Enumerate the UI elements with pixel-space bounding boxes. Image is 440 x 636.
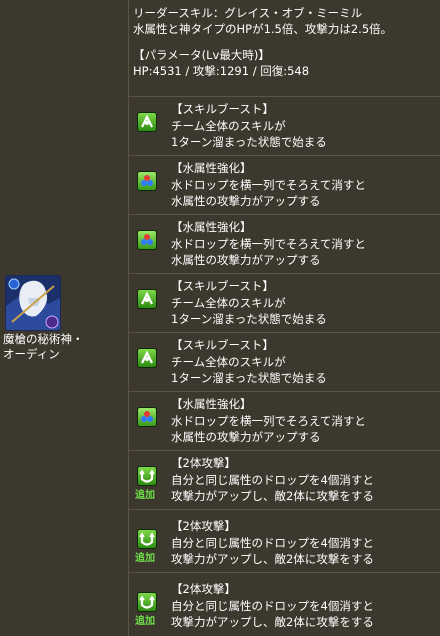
parameters-values: HP:4531 / 攻撃:1291 / 回復:548 [133, 63, 310, 78]
details-column: リーダースキル：グレイス・オブ・ミーミル 水属性と神タイプのHPが1.5倍、攻撃… [129, 0, 440, 636]
water-enhance-icon [137, 171, 157, 191]
awakening-line1: 水ドロップを横一列でそろえて消すと [171, 413, 366, 428]
character-portrait-icon[interactable] [5, 275, 61, 331]
awakening-line1: チーム全体のスキルが [171, 354, 286, 369]
character-column: 魔槍の秘術神・ オーディン [0, 0, 129, 636]
awakening-line2: 水属性の攻撃力がアップする [171, 430, 321, 444]
water-enhance-icon [137, 230, 157, 250]
added-awakening-label: 追加 [135, 490, 155, 501]
awakening-line2: 1ターン溜まった状態で始まる [171, 312, 327, 326]
awakening-row: 追加 【2体攻撃】 自分と同じ属性のドロップを4個消すと 攻撃力がアップし、敵2… [129, 577, 440, 636]
awakening-line2: 1ターン溜まった状態で始まる [171, 135, 327, 149]
water-enhance-icon [137, 407, 157, 427]
awakening-row: 【スキルブースト】 チーム全体のスキルが 1ターン溜まった状態で始まる [129, 97, 440, 156]
awakening-line2: 攻撃力がアップし、敵2体に攻撃をする [171, 489, 374, 503]
awakening-row: 【スキルブースト】 チーム全体のスキルが 1ターン溜まった状態で始まる [129, 274, 440, 333]
leader-skill-description: 水属性と神タイプのHPが1.5倍、攻撃力は2.5倍。 [133, 21, 393, 36]
parameters-title: 【パラメータ(Lv最大時)】 [133, 48, 270, 62]
two-target-attack-icon [137, 592, 157, 612]
leader-skill-name: リーダースキル：グレイス・オブ・ミーミル [133, 6, 363, 20]
awakening-row: 【水属性強化】 水ドロップを横一列でそろえて消すと 水属性の攻撃力がアップする [129, 156, 440, 215]
awakening-title: 【2体攻撃】 [171, 519, 236, 533]
awakening-title: 【水属性強化】 [171, 161, 252, 175]
awakening-line2: 攻撃力がアップし、敵2体に攻撃をする [171, 552, 374, 566]
awakening-row: 【水属性強化】 水ドロップを横一列でそろえて消すと 水属性の攻撃力がアップする [129, 215, 440, 274]
awakening-title: 【2体攻撃】 [171, 456, 236, 470]
awakening-title: 【2体攻撃】 [171, 582, 236, 596]
awakening-title: 【水属性強化】 [171, 397, 252, 411]
two-target-attack-icon [137, 529, 157, 549]
character-name-line2: オーディン [3, 347, 60, 361]
awakening-line1: 自分と同じ属性のドロップを4個消すと [171, 472, 374, 487]
character-name-line1: 魔槍の秘術神・ [3, 332, 84, 346]
awakening-row: 【水属性強化】 水ドロップを横一列でそろえて消すと 水属性の攻撃力がアップする [129, 392, 440, 451]
awakening-line1: チーム全体のスキルが [171, 295, 286, 310]
awakening-line1: チーム全体のスキルが [171, 118, 286, 133]
monster-detail-panel: 魔槍の秘術神・ オーディン リーダースキル：グレイス・オブ・ミーミル 水属性と神… [0, 0, 440, 636]
awakening-title: 【スキルブースト】 [171, 279, 274, 293]
awakening-line1: 自分と同じ属性のドロップを4個消すと [171, 598, 374, 613]
awakening-title: 【水属性強化】 [171, 220, 252, 234]
awakening-row: 追加 【2体攻撃】 自分と同じ属性のドロップを4個消すと 攻撃力がアップし、敵2… [129, 451, 440, 510]
skill-boost-icon [137, 289, 157, 309]
two-target-attack-icon [137, 466, 157, 486]
awakening-row: 追加 【2体攻撃】 自分と同じ属性のドロップを4個消すと 攻撃力がアップし、敵2… [129, 514, 440, 573]
awakening-title: 【スキルブースト】 [171, 338, 274, 352]
character-name: 魔槍の秘術神・ オーディン [3, 332, 127, 362]
awakening-line2: 水属性の攻撃力がアップする [171, 194, 321, 208]
awakening-line1: 水ドロップを横一列でそろえて消すと [171, 177, 366, 192]
skill-boost-icon [137, 112, 157, 132]
awakening-line2: 水属性の攻撃力がアップする [171, 253, 321, 267]
awakening-title: 【スキルブースト】 [171, 102, 274, 116]
awakening-line1: 自分と同じ属性のドロップを4個消すと [171, 535, 374, 550]
added-awakening-label: 追加 [135, 553, 155, 564]
awakening-line2: 1ターン溜まった状態で始まる [171, 371, 327, 385]
added-awakening-label: 追加 [135, 616, 155, 627]
skill-boost-icon [137, 348, 157, 368]
awakening-line1: 水ドロップを横一列でそろえて消すと [171, 236, 366, 251]
awakening-line2: 攻撃力がアップし、敵2体に攻撃をする [171, 615, 374, 629]
leader-skill-block: リーダースキル：グレイス・オブ・ミーミル 水属性と神タイプのHPが1.5倍、攻撃… [129, 0, 440, 97]
awakening-row: 【スキルブースト】 チーム全体のスキルが 1ターン溜まった状態で始まる [129, 333, 440, 392]
